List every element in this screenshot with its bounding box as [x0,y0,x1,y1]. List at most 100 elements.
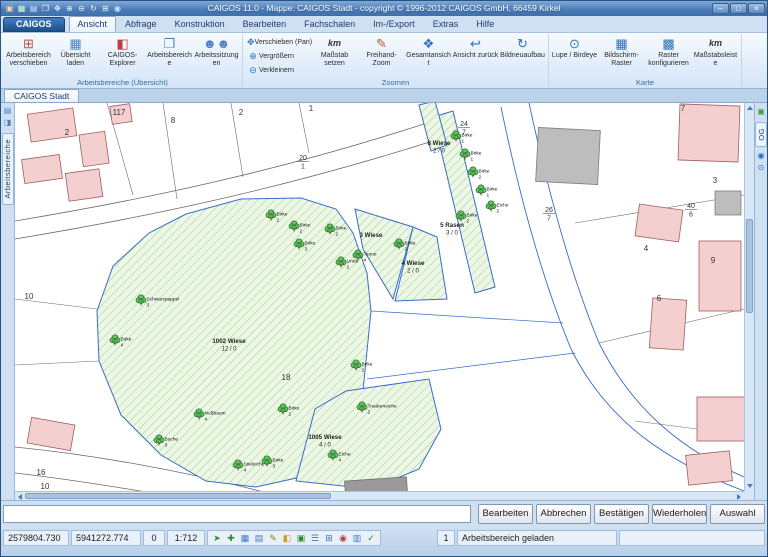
ribbon-button-bildneuaufbau[interactable]: ↻ Bildneuaufbau [499,34,546,78]
quickaccess-save-icon[interactable]: ▤ [28,2,39,15]
scroll-left-arrow[interactable] [18,494,22,500]
status-grid-map-icon[interactable]: ▦ [239,531,251,545]
right-magnifier-icon[interactable]: ⊙ [755,162,767,174]
ribbon-button-arbeitsbereiche[interactable]: ❐ Arbeitsbereiche [146,34,193,78]
scroll-down-arrow[interactable] [747,484,753,488]
quickaccess-print-icon[interactable]: ❐ [40,2,51,15]
window-close-button[interactable]: × [748,3,765,14]
status-edit-icon[interactable]: ✎ [267,531,279,545]
left-panel-tab[interactable]: Arbeitsbereiche [1,133,14,205]
window-maximize-button[interactable]: □ [730,3,747,14]
ribbon-button-arbeitssitzungen[interactable]: ☻☻ Arbeitssitzungen [193,34,240,78]
status-layers-icon[interactable]: ▤ [253,531,265,545]
status-folder-icon[interactable]: ◧ [281,531,293,545]
ribbon-button-ma-stabsleiste[interactable]: km Maßstabsleiste [692,34,739,78]
ribbon-button-arbeitsbereich-verschieben[interactable]: ⊞ Arbeitsbereich verschieben [5,34,52,78]
tab-im-export[interactable]: Im-/Export [364,16,424,32]
ribbon-button-label: Arbeitssitzungen [194,52,239,67]
ribbon-button-caigos-explorer[interactable]: ◧ CAIGOS-Explorer [99,34,146,78]
status-row: 2579804.730 5941272.774 0 1:712 ➤ ✚ ▦ ▤ ✎ ◧ ▣ ☰… [3,529,765,546]
map-canvas[interactable]: Birke2Birke2Birke3Birke2Linde2Tanne4Birk… [15,103,744,491]
status-ok-icon[interactable]: ✓ [365,531,377,545]
right-layer-green-icon[interactable]: ▣ [755,106,767,118]
right-birdeye-icon[interactable]: ◉ [755,150,767,162]
horizontal-scrollbar[interactable] [15,491,744,500]
ribbon-button-verschieben-pan[interactable]: ✥ Verschieben (Pan) [245,35,313,49]
quickaccess-open-map-icon[interactable]: ▦ [16,2,27,15]
vertical-scrollbar[interactable] [744,103,754,491]
ribbon-button-gesamtansicht[interactable]: ❖ Gesamtansicht [405,34,452,78]
parcel-number: 117 [113,108,126,117]
abbrechen-button[interactable]: Abbrechen [536,504,591,524]
ribbon-button-freihand-zoom[interactable]: ✎ Freihand-Zoom [358,34,405,78]
tab-fachschalen[interactable]: Fachschalen [295,16,364,32]
status-raster-icon[interactable]: ⊞ [323,531,335,545]
quickaccess-app-icon[interactable]: ▣ [4,2,15,15]
ribbon-button-label: Übersicht laden [60,52,91,67]
tab-abfrage[interactable]: Abfrage [116,16,166,32]
parcel-numerator: 20 [299,155,307,162]
area-label-count: 2 / 0 [433,149,445,155]
horizontal-scroll-thumb[interactable] [25,493,332,499]
status-list-icon[interactable]: ☰ [309,531,321,545]
status-play-icon[interactable]: ➤ [211,531,223,545]
ribbon-button-vergr-ern[interactable]: ⊕ Vergrößern [245,49,311,63]
ribbon-button-ma-stab-setzen[interactable]: km Maßstab setzen [311,34,358,78]
tree-label: Birke [277,212,288,218]
auswahl-button[interactable]: Auswahl [710,504,765,524]
quickaccess-pan-icon[interactable]: ✥ [52,2,63,15]
caigos-app-button[interactable]: CAIGOS [3,17,65,32]
document-tab-caigos-stadt[interactable]: CAIGOS Stadt [4,89,80,102]
parcel-number-text: 1 [309,104,314,113]
quickaccess-zoom-in-icon[interactable]: ⊕ [64,2,75,15]
ribbon-button-lupe-birdeye[interactable]: ⊙ Lupe / Birdeye [551,34,598,78]
ribbon-button-label: Verschieben (Pan) [254,38,313,46]
quickaccess-grid-icon[interactable]: ⊞ [100,2,111,15]
ribbon-button-verkleinern[interactable]: ⊖ Verkleinern [245,63,311,77]
window-minimize-button[interactable]: – [712,3,729,14]
ribbon-button-bildschirm-raster[interactable]: ▦ Bildschirm-Raster [598,34,645,78]
tree-label: Birke [336,226,347,232]
ribbon-button-label: Freihand-Zoom [366,52,397,67]
wiederholen-button[interactable]: Wiederholen [652,504,707,524]
best-tigen-button[interactable]: Bestätigen [594,504,649,524]
ribbon-button-raster-konfigurieren[interactable]: ▩ Raster konfigurieren [645,34,692,78]
ribbon-button-label: Bildneuaufbau [500,52,545,59]
quickaccess-info-icon[interactable]: ◉ [112,2,123,15]
tab-ansicht[interactable]: Ansicht [68,16,117,32]
ribbon-button-ansicht-zur-ck[interactable]: ↩ Ansicht zurück [452,34,499,78]
document-tab-bar: CAIGOS Stadt [1,89,767,103]
ribbon-button-bersicht-laden[interactable]: ▦ Übersicht laden [52,34,99,78]
scroll-up-arrow[interactable] [747,106,753,110]
tab-hilfe[interactable]: Hilfe [467,16,503,32]
vertical-scroll-thumb[interactable] [746,219,753,313]
tab-bearbeiten[interactable]: Bearbeiten [234,16,296,32]
freihand-zoom-icon: ✎ [376,36,387,51]
left-workspace-list-icon[interactable]: ◨ [2,117,14,129]
command-input[interactable] [3,505,471,523]
raster-konfigurieren-icon: ▩ [662,36,675,51]
status-coordinate-y: 5941272.774 [71,529,141,546]
tree-label: Buche [165,437,179,443]
tree-number: 1 [462,139,465,145]
tab-extras[interactable]: Extras [424,16,468,32]
status-snap-icon[interactable]: ▣ [295,531,307,545]
left-pages-icon[interactable]: ▤ [2,105,14,117]
arbeitssitzungen-icon: ☻☻ [202,36,231,51]
tree-number: 3 [305,247,308,253]
ribbon-group-body: ⊙ Lupe / Birdeye ▦ Bildschirm-Raster ▩ Raster… [551,34,739,78]
parcel-number: 10 [41,482,50,491]
ribbon-button-label: Lupe / Birdeye [551,52,598,59]
ribbon-button-label: Verkleinern [259,66,295,74]
tab-konstruktion[interactable]: Konstruktion [166,16,234,32]
status-record-icon[interactable]: ◉ [337,531,349,545]
status-table-icon[interactable]: ▥ [351,531,363,545]
status-add-icon[interactable]: ✚ [225,531,237,545]
quickaccess-redraw-icon[interactable]: ↻ [88,2,99,15]
bearbeiten-button[interactable]: Bearbeiten [478,504,533,524]
scroll-right-arrow[interactable] [737,494,741,500]
status-filler [619,529,765,546]
right-panel-tab[interactable]: OG [755,122,767,147]
tree-number: 2 [467,219,470,225]
quickaccess-zoom-out-icon[interactable]: ⊖ [76,2,87,15]
